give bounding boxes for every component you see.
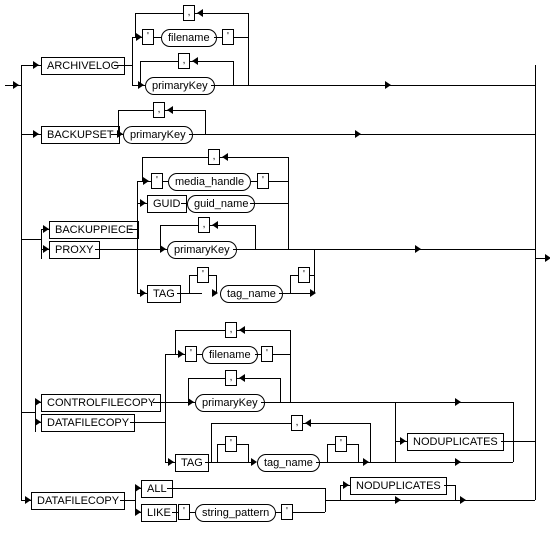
archivelog-keyword: ARCHIVELOG (41, 57, 125, 75)
comma-separator: , (225, 370, 237, 386)
comma-separator: , (198, 217, 210, 233)
tag-keyword: TAG (147, 285, 181, 303)
proxy-keyword: PROXY (49, 241, 100, 259)
tag-keyword: TAG (175, 454, 209, 472)
string-pattern-param: string_pattern (195, 504, 276, 522)
guid-keyword: GUID (147, 195, 187, 213)
datafilecopy-keyword: DATAFILECOPY (31, 492, 125, 510)
comma-separator: , (225, 322, 237, 338)
backuppiece-keyword: BACKUPPIECE (49, 221, 139, 239)
comma-separator: , (183, 5, 195, 21)
all-keyword: ALL (141, 480, 173, 498)
comma-separator: , (208, 149, 220, 165)
controlfilecopy-keyword: CONTROLFILECOPY (41, 394, 161, 412)
datafilecopy-keyword: DATAFILECOPY (41, 414, 135, 432)
like-keyword: LIKE (141, 504, 177, 522)
filename-param: filename (161, 29, 217, 47)
primarykey-param: primaryKey (167, 241, 237, 259)
noduplicates-keyword: NODUPLICATES (407, 433, 504, 451)
guid-name-param: guid_name (187, 195, 255, 213)
backupset-keyword: BACKUPSET (41, 126, 120, 144)
comma-separator: , (153, 102, 165, 118)
media-handle-param: media_handle (168, 173, 251, 191)
syntax-diagram: ARCHIVELOG ' filename ' , primaryKey , B… (5, 5, 545, 529)
comma-separator: , (178, 53, 190, 69)
primarykey-param: primaryKey (195, 394, 265, 412)
filename-param: filename (202, 346, 258, 364)
tag-name-param: tag_name (220, 285, 283, 303)
noduplicates-keyword: NODUPLICATES (350, 477, 447, 495)
primarykey-param: primaryKey (145, 77, 215, 95)
primarykey-param: primaryKey (123, 126, 193, 144)
comma-separator: , (291, 415, 303, 431)
tag-name-param: tag_name (257, 454, 320, 472)
